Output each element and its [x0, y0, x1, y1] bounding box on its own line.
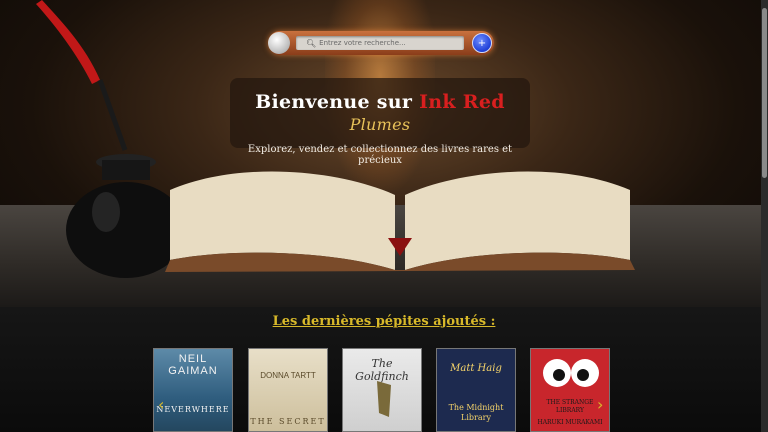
- hero-banner: 🔍︎ + Bienvenue sur Ink Red Plumes Explor…: [0, 0, 768, 307]
- brand-plumes: Plumes: [349, 115, 411, 134]
- goldfinch-bird: [377, 381, 391, 417]
- search-bar: 🔍︎ +: [268, 31, 494, 55]
- book-carousel: NEIL GAIMAN NEVERWHERE DONNA TARTT THE S…: [150, 348, 612, 432]
- scrollbar-thumb[interactable]: [762, 8, 767, 178]
- cover-eyes-art: [543, 359, 599, 387]
- book-title: THE SECRET: [250, 417, 326, 426]
- book-author: HARUKI MURAKAMI: [537, 419, 603, 426]
- quill-illustration: [36, 0, 128, 151]
- search-knob: [268, 32, 290, 54]
- book-title: The Midnight Library: [448, 403, 504, 422]
- book-author: NEIL GAIMAN: [168, 353, 218, 377]
- add-button[interactable]: +: [472, 33, 492, 53]
- book-title: NEVERWHERE: [156, 405, 230, 414]
- search-field: 🔍︎: [296, 36, 464, 50]
- book-author: Matt Haig: [450, 363, 502, 374]
- latest-title: Les dernières pépites ajoutés :: [272, 314, 496, 329]
- search-input[interactable]: [319, 39, 460, 47]
- welcome-prefix: Bienvenue sur: [255, 91, 413, 113]
- book-author: DONNA TARTT: [260, 371, 316, 380]
- welcome-panel: Bienvenue sur Ink Red Plumes Explorez, v…: [230, 78, 530, 166]
- book-card[interactable]: THE STRANGE LIBRARY HARUKI MURAKAMI: [530, 348, 610, 432]
- welcome-tagline: Explorez, vendez et collectionnez des li…: [247, 144, 513, 166]
- welcome-title: Bienvenue sur Ink Red Plumes: [230, 91, 530, 135]
- magnifier-icon: 🔍︎: [306, 38, 317, 48]
- brand-ink: Ink Red: [419, 91, 505, 113]
- book-card[interactable]: The Goldfinch: [342, 348, 422, 432]
- chevron-right-icon[interactable]: ›: [597, 395, 603, 414]
- book-card[interactable]: NEIL GAIMAN NEVERWHERE: [153, 348, 233, 432]
- open-book-illustration: [165, 171, 635, 272]
- book-card[interactable]: DONNA TARTT THE SECRET: [248, 348, 328, 432]
- book-card[interactable]: Matt Haig The Midnight Library: [436, 348, 516, 432]
- chevron-left-icon[interactable]: ‹: [158, 395, 164, 414]
